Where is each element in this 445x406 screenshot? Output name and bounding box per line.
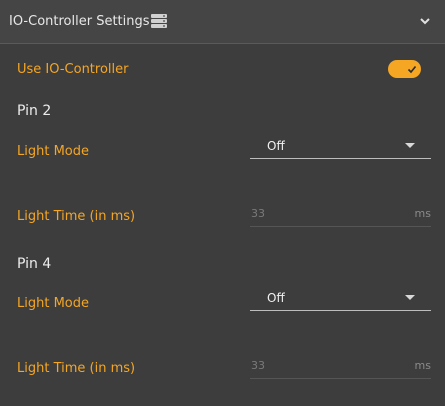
use-io-controller-label: Use IO-Controller (17, 62, 129, 77)
pin-4-light-mode-value: Off (267, 291, 285, 305)
pin-4-light-time-input[interactable]: 33 ms (250, 357, 431, 379)
pin-4-light-mode-select[interactable]: Off (250, 289, 431, 311)
use-io-controller-toggle[interactable] (388, 60, 421, 78)
server-icon (151, 14, 167, 28)
pin-4-title: Pin 4 (17, 256, 52, 272)
pin-2-title: Pin 2 (17, 103, 52, 119)
pin-2-light-time-value: 33 (251, 207, 265, 220)
panel-title: IO-Controller Settings (9, 14, 150, 29)
dropdown-caret-icon (405, 295, 415, 300)
pin-2-light-mode-value: Off (267, 139, 285, 153)
chevron-down-icon[interactable] (419, 16, 431, 26)
pin-2-light-mode-label: Light Mode (17, 144, 89, 159)
checkmark-icon (405, 62, 419, 76)
pin-2-light-time-label: Light Time (in ms) (17, 209, 136, 224)
pin-2-light-time-unit: ms (414, 207, 431, 220)
settings-panel-header[interactable]: IO-Controller Settings (0, 0, 445, 44)
pin-4-light-time-value: 33 (251, 359, 265, 372)
dropdown-caret-icon (405, 143, 415, 148)
pin-2-light-time-input[interactable]: 33 ms (250, 205, 431, 227)
pin-4-light-time-unit: ms (414, 359, 431, 372)
pin-4-light-mode-label: Light Mode (17, 296, 89, 311)
pin-4-light-time-label: Light Time (in ms) (17, 361, 136, 376)
pin-2-light-mode-select[interactable]: Off (250, 137, 431, 159)
